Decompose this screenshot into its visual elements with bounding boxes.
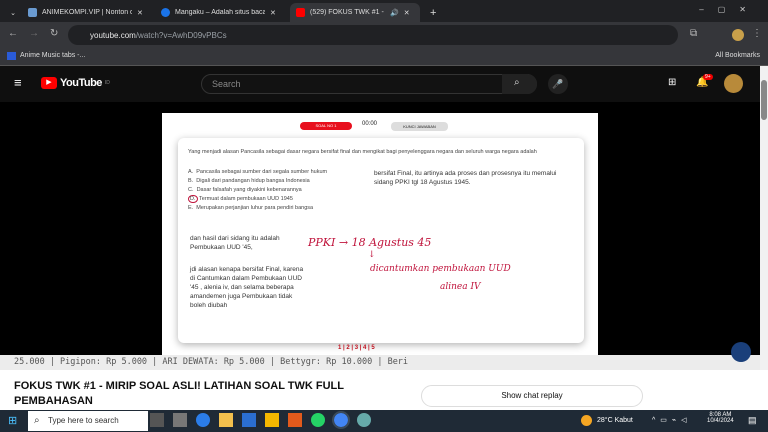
app-icon[interactable] — [265, 413, 279, 427]
widgets-icon[interactable] — [173, 413, 187, 427]
address-row: ← → ↻ youtube.com/watch?v=AwhD09vPBCs ⧉ … — [0, 22, 768, 48]
tab-animekompi[interactable]: ANIMEKOMPI.VIP | Nonton dan...✕ — [22, 3, 152, 22]
page-numbers[interactable]: 1 | 2 | 3 | 4 | 5 — [338, 345, 375, 351]
explanation-right: bersifat Final, itu artinya ada proses d… — [374, 170, 557, 186]
tab-youtube[interactable]: (529) FOKUS TWK #1 - MIR...🔊✕ — [290, 3, 420, 22]
youtube-header: ≡ ▶ YouTube ID Search ⌕ 🎤 ⊞ 🔔 9+ — [0, 66, 768, 102]
menu-icon[interactable]: ⋮ — [752, 28, 762, 39]
tab-strip: ⌄ ANIMEKOMPI.VIP | Nonton dan...✕ Mangak… — [0, 0, 768, 22]
window-controls[interactable]: –▢✕ — [699, 5, 760, 14]
handwriting-line-3: alinea IV — [440, 282, 481, 292]
new-tab-button[interactable]: + — [424, 3, 442, 22]
hamburger-menu-icon[interactable]: ≡ — [14, 75, 22, 90]
avatar[interactable] — [724, 74, 743, 93]
donation-ticker: 25.000 | Pigipon: Rp 5.000 | ARI DEWATA:… — [0, 355, 760, 370]
handwriting-line-2: dicantumkan pembukaan UUD — [370, 264, 511, 274]
store-icon[interactable] — [242, 413, 256, 427]
edge-icon[interactable] — [196, 413, 210, 427]
taskbar-apps — [150, 411, 371, 429]
close-icon[interactable]: ✕ — [137, 9, 143, 17]
paint-icon[interactable] — [357, 413, 371, 427]
scrollbar[interactable] — [760, 66, 768, 410]
handwriting-line-1: PPKI → 18 Agustus 45 — [308, 236, 432, 249]
bookmark-icon — [7, 52, 16, 60]
question-text: Yang menjadi alasan Pancasila sebagai da… — [188, 149, 537, 155]
weather-text[interactable]: 28°C Kabut — [597, 417, 633, 424]
explanation-left-2: jdi alasan kenapa bersifat Final, karena… — [190, 266, 304, 309]
option-d[interactable]: D. Termuat dalam pembukaan UUD 1945 — [188, 195, 378, 204]
handwriting-arrow: ↓ — [368, 250, 376, 260]
tab-search-button[interactable]: ⌄ — [4, 3, 22, 22]
option-b[interactable]: B. Digali dari pandangan hidup bangsa In… — [188, 177, 378, 186]
forward-icon[interactable]: → — [29, 28, 39, 39]
task-view-icon[interactable] — [150, 413, 164, 427]
weather-icon — [581, 415, 592, 426]
option-e[interactable]: E. Merupakan perjanjian luhur para pendi… — [188, 204, 378, 213]
system-tray-icons[interactable]: ^▭⌁◁ — [652, 416, 692, 424]
explanation-left-1: dan hasil dari sidang itu adalah Pembuka… — [190, 235, 280, 251]
timer: 00:00 — [362, 121, 378, 127]
clock[interactable]: 8:08 AM 10/4/2024 — [707, 412, 734, 424]
whatsapp-icon[interactable] — [311, 413, 325, 427]
app-icon[interactable] — [288, 413, 302, 427]
play-icon: ▶ — [41, 77, 57, 89]
all-bookmarks[interactable]: All Bookmarks — [715, 52, 760, 59]
extensions-icon[interactable]: ⧉ — [690, 28, 697, 39]
notification-badge: 9+ — [703, 74, 713, 80]
create-icon[interactable]: ⊞ — [668, 77, 676, 88]
channel-watermark-icon[interactable] — [731, 342, 751, 362]
microphone-icon[interactable]: 🎤 — [548, 74, 568, 94]
close-icon[interactable]: ✕ — [270, 9, 276, 17]
bookmarks-bar: Anime Music tabs -... All Bookmarks — [0, 48, 768, 66]
tab-mangaku[interactable]: Mangaku – Adalah situs baca k...✕ — [155, 3, 287, 22]
taskbar-search-input[interactable]: ⌕ Type here to search — [28, 411, 148, 431]
speaker-icon[interactable]: 🔊 — [390, 9, 399, 17]
soal-badge: SOAL NO 1 — [300, 122, 352, 130]
notification-center-icon[interactable]: ▤ — [748, 415, 757, 426]
back-icon[interactable]: ← — [8, 28, 18, 39]
windows-start-icon[interactable]: ⊞ — [8, 414, 17, 427]
taskbar: ⊞ ⌕ Type here to search 28°C Kabut ^▭⌁◁ 8… — [0, 410, 768, 432]
profile-avatar[interactable] — [732, 29, 744, 41]
youtube-favicon-icon — [296, 8, 305, 17]
file-explorer-icon[interactable] — [219, 413, 233, 427]
option-a[interactable]: A. Pancasila sebagai sumber dari segala … — [188, 168, 378, 177]
bookmark-item[interactable]: Anime Music tabs -... — [7, 52, 85, 60]
video-info: FOKUS TWK #1 - MIRIP SOAL ASLI! LATIHAN … — [0, 370, 768, 410]
favicon-icon — [161, 8, 170, 17]
question-card: Yang menjadi alasan Pancasila sebagai da… — [178, 138, 584, 343]
youtube-logo[interactable]: ▶ YouTube ID — [41, 77, 110, 89]
search-icon: ⌕ — [34, 415, 40, 426]
reload-icon[interactable]: ↻ — [50, 28, 58, 39]
search-input[interactable]: Search — [201, 74, 537, 94]
search-icon: ⌕ — [514, 77, 520, 88]
show-chat-replay-button[interactable]: Show chat replay — [421, 385, 643, 407]
option-c[interactable]: C. Dasar falsafah yang diyakini kebenara… — [188, 186, 378, 195]
favicon-icon — [28, 8, 37, 17]
search-button[interactable]: ⌕ — [502, 74, 537, 94]
kunci-jawaban-button[interactable]: KUNCI JAWABAN — [391, 122, 448, 131]
close-icon[interactable]: ✕ — [404, 9, 410, 17]
chrome-icon[interactable] — [332, 411, 350, 429]
quiz-slide: SOAL NO 1 00:00 KUNCI JAWABAN Yang menja… — [162, 113, 598, 356]
options-list: A. Pancasila sebagai sumber dari segala … — [188, 168, 378, 213]
url-bar[interactable]: youtube.com/watch?v=AwhD09vPBCs — [68, 25, 678, 45]
video-title: FOKUS TWK #1 - MIRIP SOAL ASLI! LATIHAN … — [14, 380, 344, 407]
